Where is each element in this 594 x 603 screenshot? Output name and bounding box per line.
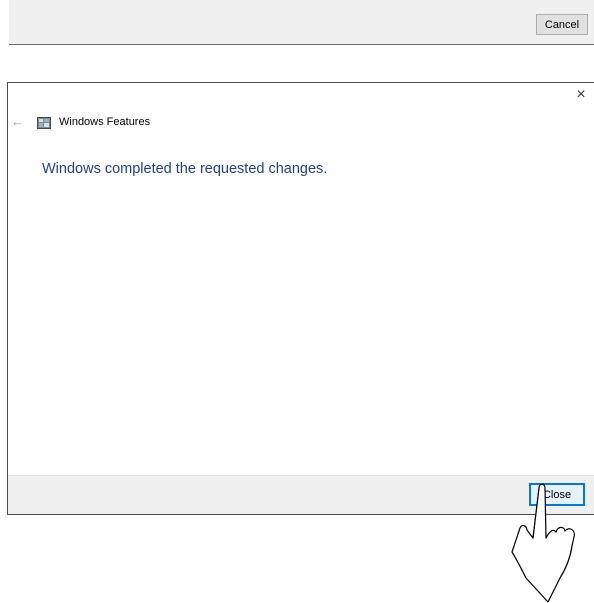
windows-features-icon — [37, 117, 51, 129]
background-dialog-footer: Cancel — [9, 0, 594, 45]
cancel-button[interactable]: Cancel — [536, 14, 588, 35]
close-button[interactable]: Close — [529, 483, 585, 506]
dialog-title: Windows Features — [59, 116, 151, 128]
back-arrow-icon[interactable]: ← — [11, 114, 24, 129]
windows-features-dialog: × ← Windows Features Windows completed t… — [7, 82, 594, 515]
close-icon[interactable]: × — [570, 84, 592, 106]
completion-message: Windows completed the requested changes. — [42, 161, 328, 177]
dialog-footer: Close — [8, 475, 594, 514]
